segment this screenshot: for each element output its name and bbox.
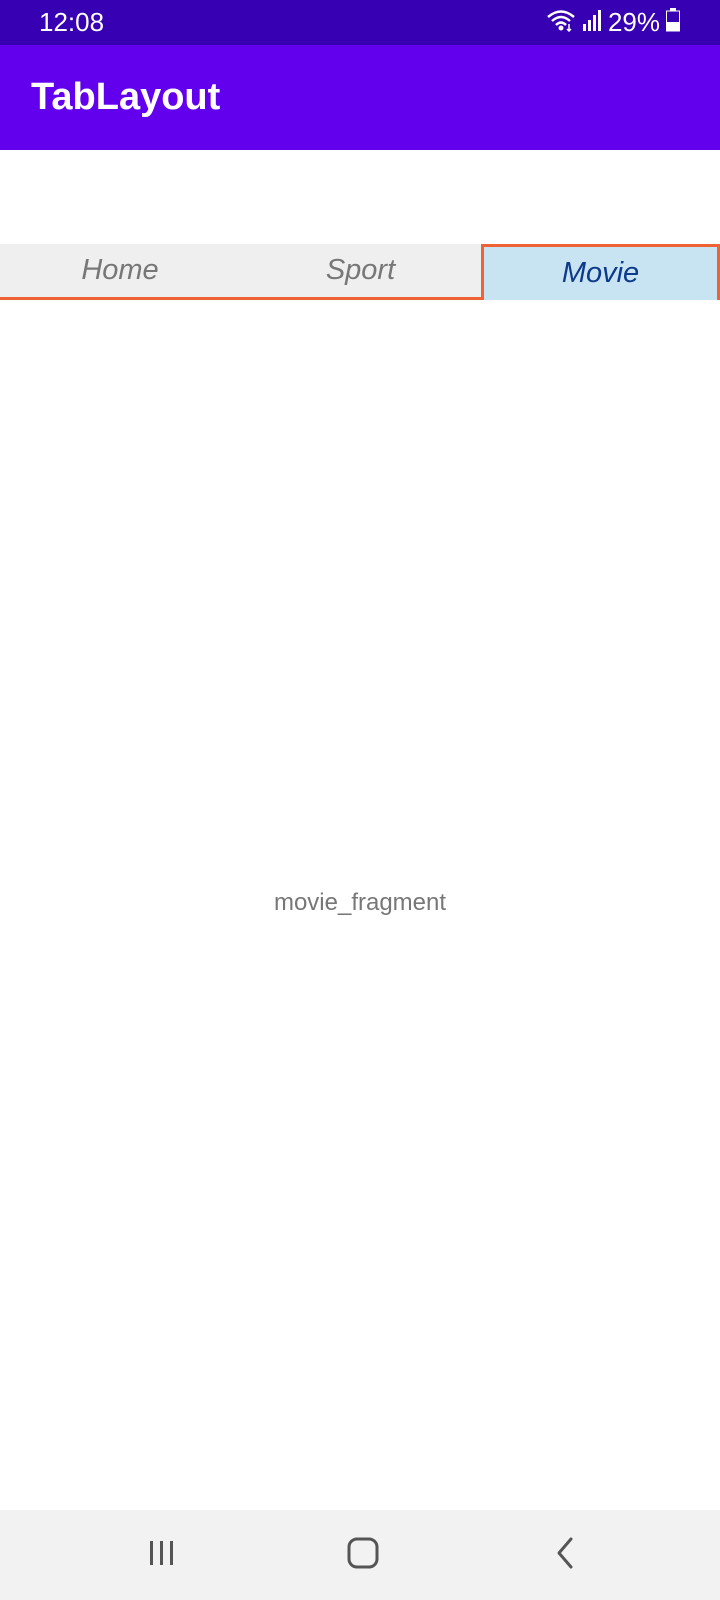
tab-sport[interactable]: Sport [240, 244, 481, 300]
app-bar: TabLayout [0, 45, 720, 150]
home-button[interactable] [303, 1510, 423, 1600]
status-bar: 12:08 29% [0, 0, 720, 45]
back-button[interactable] [506, 1510, 626, 1600]
fragment-content-text: movie_fragment [273, 889, 447, 916]
status-time: 12:08 [39, 7, 105, 37]
navigation-bar [0, 1510, 720, 1600]
back-icon [551, 1536, 581, 1575]
recent-apps-button[interactable] [102, 1510, 222, 1600]
wifi-icon [546, 8, 576, 37]
tab-home[interactable]: Home [0, 244, 240, 300]
tab-layout: Home Sport Movie [0, 244, 720, 300]
tab-movie[interactable]: Movie [481, 244, 720, 300]
battery-percent: 29% [607, 7, 660, 37]
status-icons: 29% [546, 6, 680, 39]
home-icon [346, 1536, 380, 1575]
battery-icon [666, 8, 680, 37]
app-title: TabLayout [31, 76, 221, 118]
signal-icon [582, 9, 602, 36]
recent-apps-icon [147, 1538, 177, 1573]
